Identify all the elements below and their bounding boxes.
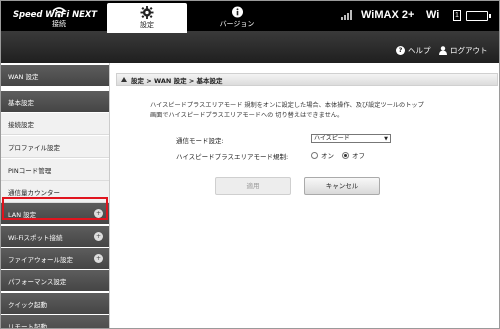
sidebar-item-label: 基本設定: [8, 98, 34, 107]
sidebar-item-remote-start[interactable]: リモート起動: [1, 315, 109, 329]
wifi-client-count: 1: [453, 10, 461, 21]
radio-off-label: オフ: [352, 152, 365, 160]
sidebar-item-label: PINコード管理: [8, 166, 52, 175]
mode-select-value: ハイスピード: [314, 135, 350, 142]
signal-strength-icon: [341, 10, 355, 20]
tab-version[interactable]: バージョン: [197, 3, 277, 33]
sidebar-item-firewall[interactable]: ファイアウォール設定 +: [1, 248, 109, 270]
sidebar-item-wan-settings[interactable]: WAN 設定: [1, 65, 109, 87]
router-admin-window: Speed Wi-Fi NEXT WiMAX 2+ Wi 1 接続 設定 バージ…: [0, 0, 500, 329]
description-line: ハイスピードプラスエリアモード 規制をオンに設定した場合、本体操作、及び設定ツー…: [150, 102, 424, 109]
sidebar-item-label: パフォーマンス設定: [8, 277, 67, 286]
breadcrumb: 設定 > WAN 設定 > 基本設定: [116, 73, 498, 86]
tab-label: バージョン: [219, 20, 255, 28]
mode-select[interactable]: ハイスピード ▼: [311, 134, 391, 143]
sidebar-item-label: ファイアウォール設定: [8, 255, 73, 264]
sidebar-item-label: WAN 設定: [8, 72, 39, 81]
description-text: ハイスピードプラスエリアモード 規制をオンに設定した場合、本体操作、及び設定ツー…: [150, 101, 470, 120]
expand-icon: +: [94, 232, 103, 241]
sidebar-item-label: 接続設定: [8, 120, 34, 129]
tab-label: 接続: [52, 20, 66, 28]
restriction-radio-group: オン オフ: [311, 150, 365, 160]
sidebar-item-connection-settings[interactable]: 接続設定: [1, 113, 109, 135]
content-panel: 設定 > WAN 設定 > 基本設定 ハイスピードプラスエリアモード 規制をオン…: [109, 63, 499, 328]
settings-sidebar: WAN 設定 基本設定 接続設定 プロファイル設定 PINコード管理 通信量カウ…: [1, 63, 109, 329]
logout-label: ログアウト: [450, 46, 488, 55]
sidebar-item-wifi-spot[interactable]: Wi-Fiスポット接続 +: [1, 226, 109, 248]
cancel-button[interactable]: キャンセル: [304, 177, 380, 195]
expand-icon: +: [94, 254, 103, 263]
sidebar-item-basic-settings[interactable]: 基本設定: [1, 91, 109, 113]
sidebar-item-pin-management[interactable]: PINコード管理: [1, 159, 109, 181]
radio-off[interactable]: [342, 151, 349, 159]
description-line: 画面でハイスピードプラスエリアモードへの 切り替えはできません。: [150, 111, 344, 119]
sidebar-item-label: Wi-Fiスポット接続: [8, 233, 63, 242]
battery-icon: [466, 11, 491, 21]
user-icon: [439, 46, 447, 55]
wifi-label: Wi: [426, 9, 440, 21]
gear-icon: [140, 6, 154, 19]
restriction-label: ハイスピードプラスエリアモード規制:: [176, 153, 289, 161]
breadcrumb-text: 設定 > WAN 設定 > 基本設定: [131, 76, 223, 85]
sidebar-item-label: プロファイル設定: [8, 143, 60, 152]
mode-label: 通信モード設定:: [176, 137, 224, 145]
help-icon: ?: [396, 46, 405, 55]
radio-on-label: オン: [321, 152, 334, 160]
apply-button[interactable]: 適用: [215, 177, 291, 195]
info-icon: [231, 6, 243, 18]
sidebar-item-profile-settings[interactable]: プロファイル設定: [1, 136, 109, 158]
network-type-label: WiMAX 2+: [361, 9, 415, 21]
radio-on[interactable]: [311, 151, 318, 159]
sidebar-item-quick-start[interactable]: クイック起動: [1, 293, 109, 315]
tab-label: 設定: [140, 21, 154, 29]
sidebar-item-label: リモート起動: [8, 322, 47, 329]
logout-link[interactable]: ログアウト: [439, 45, 488, 56]
highlight-box: [2, 197, 108, 220]
triangle-icon: [121, 77, 127, 82]
sidebar-item-label: 通信量カウンター: [8, 188, 60, 197]
tab-connection[interactable]: 接続: [19, 3, 99, 33]
sidebar-item-performance[interactable]: パフォーマンス設定: [1, 270, 109, 292]
wifi-icon: [52, 7, 66, 18]
chevron-down-icon: ▼: [384, 136, 388, 142]
help-label: ヘルプ: [408, 46, 431, 55]
tab-settings[interactable]: 設定: [107, 3, 187, 33]
help-link[interactable]: ? ヘルプ: [396, 45, 431, 56]
sidebar-item-label: クイック起動: [8, 300, 47, 309]
